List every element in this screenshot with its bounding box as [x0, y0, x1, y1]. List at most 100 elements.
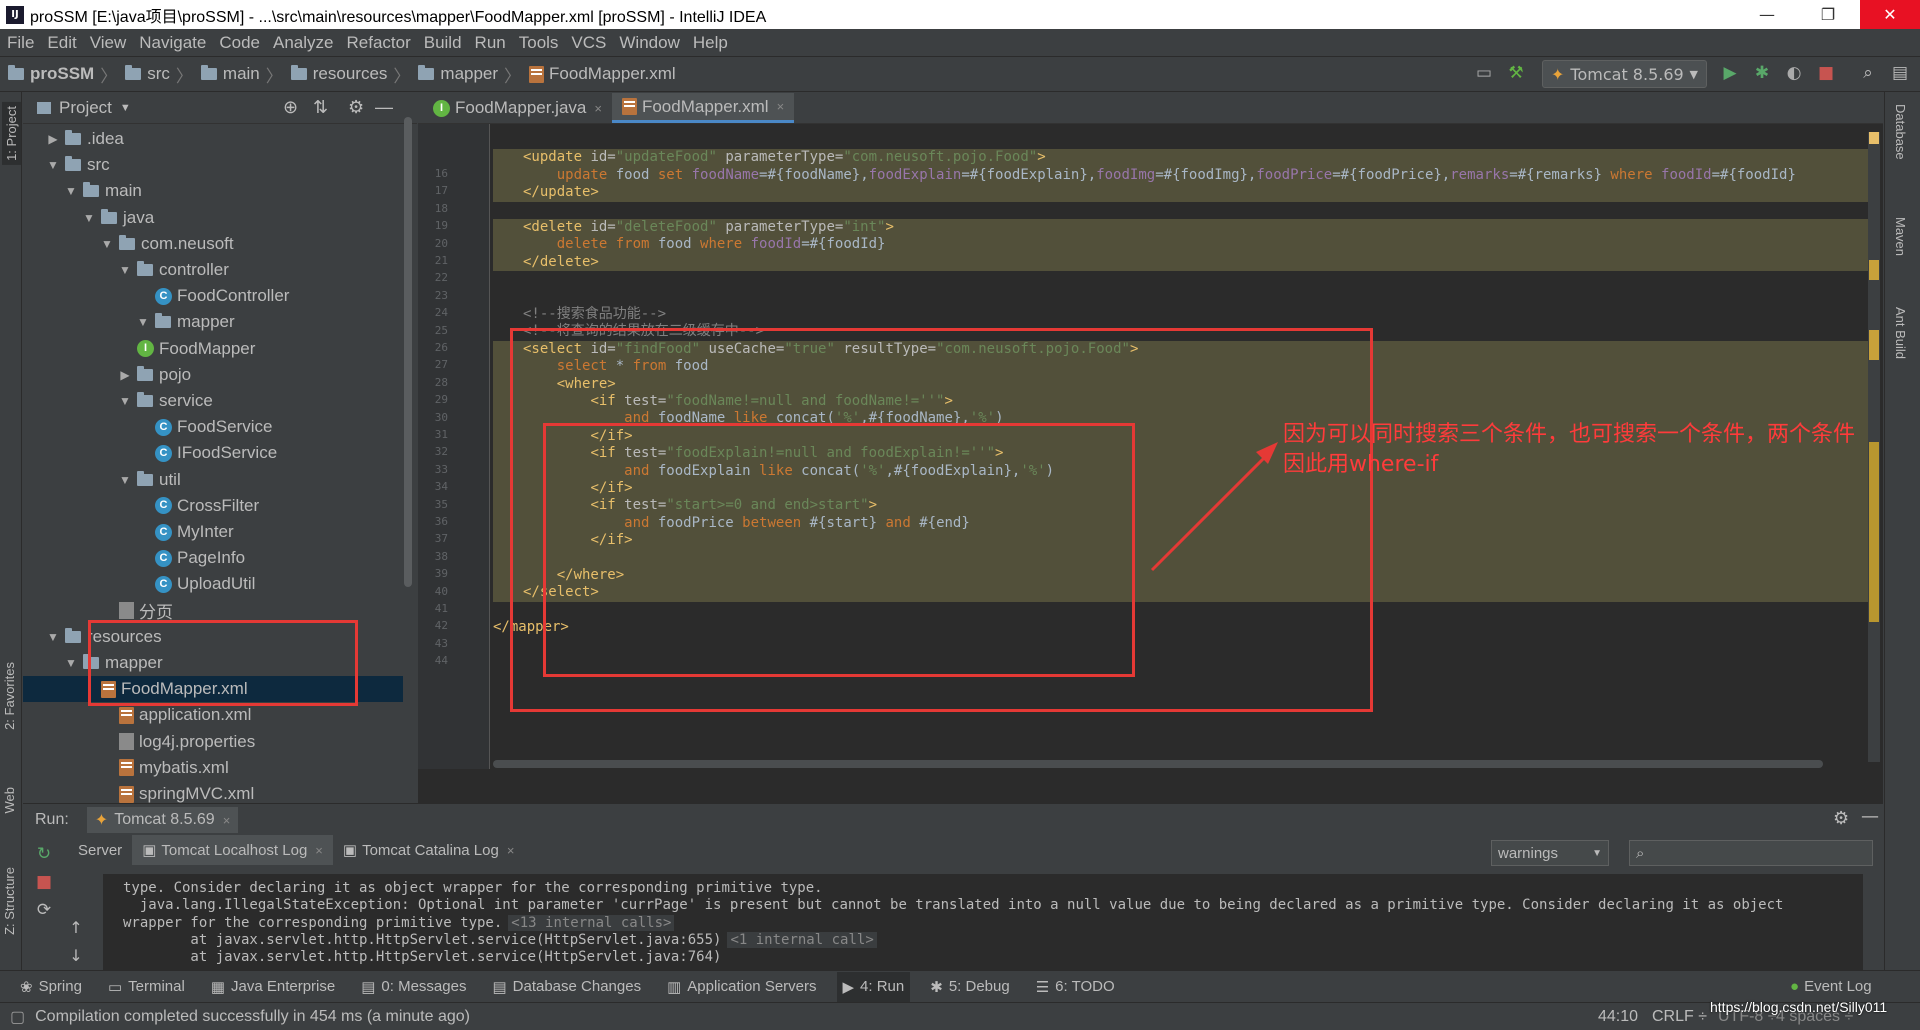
close-button[interactable]: ✕ [1860, 0, 1920, 29]
tree-item-foodservice[interactable]: C FoodService [135, 414, 272, 440]
tool-favorites[interactable]: 2: Favorites [2, 662, 17, 730]
chevron-down-icon[interactable]: ▼ [81, 211, 97, 225]
tab-catalina-log[interactable]: ▣ Tomcat Catalina Log × [333, 835, 525, 865]
menu-navigate[interactable]: Navigate [139, 33, 206, 53]
crumb-project[interactable]: proSSM 〉 [8, 62, 117, 87]
tool-web[interactable]: Web [2, 787, 17, 814]
tool-tab-java-enterprise[interactable]: ▦ Java Enterprise [205, 972, 341, 1002]
stop-icon[interactable]: ■ [1816, 63, 1836, 83]
chevron-right-icon[interactable]: ▶ [117, 368, 133, 382]
tool-database[interactable]: Database [1893, 104, 1908, 160]
crumb-mapper[interactable]: mapper 〉 [418, 62, 521, 87]
event-log-button[interactable]: ● Event Log [1790, 978, 1872, 995]
project-view-select[interactable]: Project [59, 98, 112, 118]
tree-item-uploadutil[interactable]: C UploadUtil [135, 571, 255, 597]
chevron-down-icon[interactable]: ▼ [45, 158, 61, 172]
chevron-down-icon[interactable]: ▼ [117, 263, 133, 277]
project-structure-icon[interactable]: ▭ [1474, 63, 1494, 83]
chevron-down-icon[interactable]: ▼ [63, 184, 79, 198]
tool-structure[interactable]: Z: Structure [2, 867, 17, 935]
coverage-icon[interactable]: ◐ [1784, 63, 1804, 83]
menu-build[interactable]: Build [424, 33, 462, 53]
tree-item-mybatis-xml[interactable]: mybatis.xml [99, 755, 229, 781]
tab-server[interactable]: Server [68, 835, 132, 865]
run-config-tab[interactable]: ✦ Tomcat 8.5.69 × [86, 807, 239, 833]
tab-foodmapper-xml[interactable]: FoodMapper.xml × [611, 93, 795, 123]
tree-item-src[interactable]: ▼ src [45, 152, 110, 178]
tool-maven[interactable]: Maven [1893, 217, 1908, 256]
tool-tab-spring[interactable]: ❀ Spring [14, 972, 88, 1002]
internal-calls-fold[interactable]: <13 internal calls> [508, 914, 675, 931]
tree-item-main[interactable]: ▼ main [63, 178, 142, 204]
menu-vcs[interactable]: VCS [571, 33, 606, 53]
caret-position[interactable]: 44:10 [1598, 1008, 1638, 1026]
chevron-down-icon[interactable]: ▼ [117, 473, 133, 487]
horizontal-scrollbar[interactable] [493, 760, 1823, 768]
chevron-down-icon[interactable]: ▼ [135, 315, 151, 329]
tool-tab-database-changes[interactable]: ▤ Database Changes [486, 972, 647, 1002]
locate-icon[interactable]: ⊕ [283, 97, 298, 118]
debug-icon[interactable]: ✱ [1752, 63, 1772, 83]
crumb-file[interactable]: FoodMapper.xml [529, 64, 676, 84]
menu-help[interactable]: Help [693, 33, 728, 53]
crumb-resources[interactable]: resources 〉 [290, 62, 410, 87]
search-icon[interactable]: ⌕ [1858, 63, 1878, 83]
tool-project[interactable]: 1: Project [2, 102, 21, 165]
chevron-down-icon[interactable]: ▼ [63, 656, 79, 670]
tab-localhost-log[interactable]: ▣ Tomcat Localhost Log × [132, 835, 333, 865]
close-tab-icon[interactable]: × [507, 843, 515, 858]
chevron-down-icon[interactable]: ▼ [117, 394, 133, 408]
gear-icon[interactable]: ⚙ [348, 97, 364, 118]
tree-item-foodmapper[interactable]: I FoodMapper [117, 336, 255, 362]
menu-view[interactable]: View [90, 33, 127, 53]
tree-item-pageinfo[interactable]: C PageInfo [135, 545, 245, 571]
tree-item-service[interactable]: ▼ service [117, 388, 213, 414]
menu-edit[interactable]: Edit [47, 33, 76, 53]
console-output[interactable]: type. Consider declaring it as object wr… [103, 874, 1863, 971]
gear-icon[interactable]: ⚙ [1833, 808, 1849, 829]
tool-ant-build[interactable]: Ant Build [1893, 307, 1908, 359]
restart-icon[interactable]: ⟳ [29, 896, 59, 924]
chevron-down-icon[interactable]: ▼ [120, 102, 131, 114]
chevron-down-icon[interactable]: ▼ [45, 630, 61, 644]
tree-item-log4j-properties[interactable]: log4j.properties [99, 729, 255, 755]
tool-tab-todo[interactable]: ☰ 6: TODO [1030, 972, 1121, 1002]
tree-item-ifoodservice[interactable]: C IFoodService [135, 440, 277, 466]
menu-run[interactable]: Run [475, 33, 506, 53]
tree-scrollbar[interactable] [404, 117, 412, 587]
tree-item-myinter[interactable]: C MyInter [135, 519, 234, 545]
menu-window[interactable]: Window [619, 33, 679, 53]
run-config-select[interactable]: ✦ Tomcat 8.5.69 ▼ [1542, 60, 1707, 88]
tool-tab-debug[interactable]: ✱ 5: Debug [924, 972, 1015, 1002]
menu-file[interactable]: File [7, 33, 34, 53]
tree-item-crossfilter[interactable]: C CrossFilter [135, 493, 259, 519]
menu-refactor[interactable]: Refactor [346, 33, 410, 53]
hide-icon[interactable]: — [1861, 806, 1879, 827]
tree-item-java[interactable]: ▼ java [81, 205, 154, 231]
chevron-right-icon[interactable]: ▶ [45, 132, 61, 146]
menu-code[interactable]: Code [219, 33, 260, 53]
tree-item-pojo[interactable]: ▶ pojo [117, 362, 191, 388]
arrow-up-icon[interactable]: ↑ [63, 914, 89, 942]
menu-analyze[interactable]: Analyze [273, 33, 333, 53]
tab-foodmapper-java[interactable]: I FoodMapper.java × [423, 93, 612, 123]
run-icon[interactable]: ▶ [1720, 63, 1740, 83]
settings-icon[interactable]: ▤ [1890, 63, 1910, 83]
tool-tab-application-servers[interactable]: ▥ Application Servers [661, 972, 822, 1002]
crumb-src[interactable]: src 〉 [125, 62, 193, 87]
tool-tab-terminal[interactable]: ▭ Terminal [102, 972, 191, 1002]
hide-icon[interactable]: — [375, 97, 393, 118]
line-separator[interactable]: CRLF ÷ [1652, 1008, 1707, 1026]
close-tab-icon[interactable]: × [223, 813, 231, 828]
tool-tab-run[interactable]: ▶ 4: Run [836, 971, 911, 1002]
tree-item-application-xml[interactable]: application.xml [99, 702, 251, 728]
close-tab-icon[interactable]: × [315, 843, 323, 858]
tree-item-foodcontroller[interactable]: C FoodController [135, 283, 289, 309]
minimize-button[interactable]: — [1737, 0, 1797, 29]
stop-icon[interactable]: ■ [29, 868, 59, 896]
restore-button[interactable]: ❐ [1798, 0, 1858, 29]
log-level-select[interactable]: warnings ▼ [1491, 840, 1609, 866]
crumb-main[interactable]: main 〉 [200, 62, 283, 87]
tool-tab-messages[interactable]: ▤ 0: Messages [355, 972, 472, 1002]
tree-item-com-neusoft[interactable]: ▼ com.neusoft [99, 231, 234, 257]
